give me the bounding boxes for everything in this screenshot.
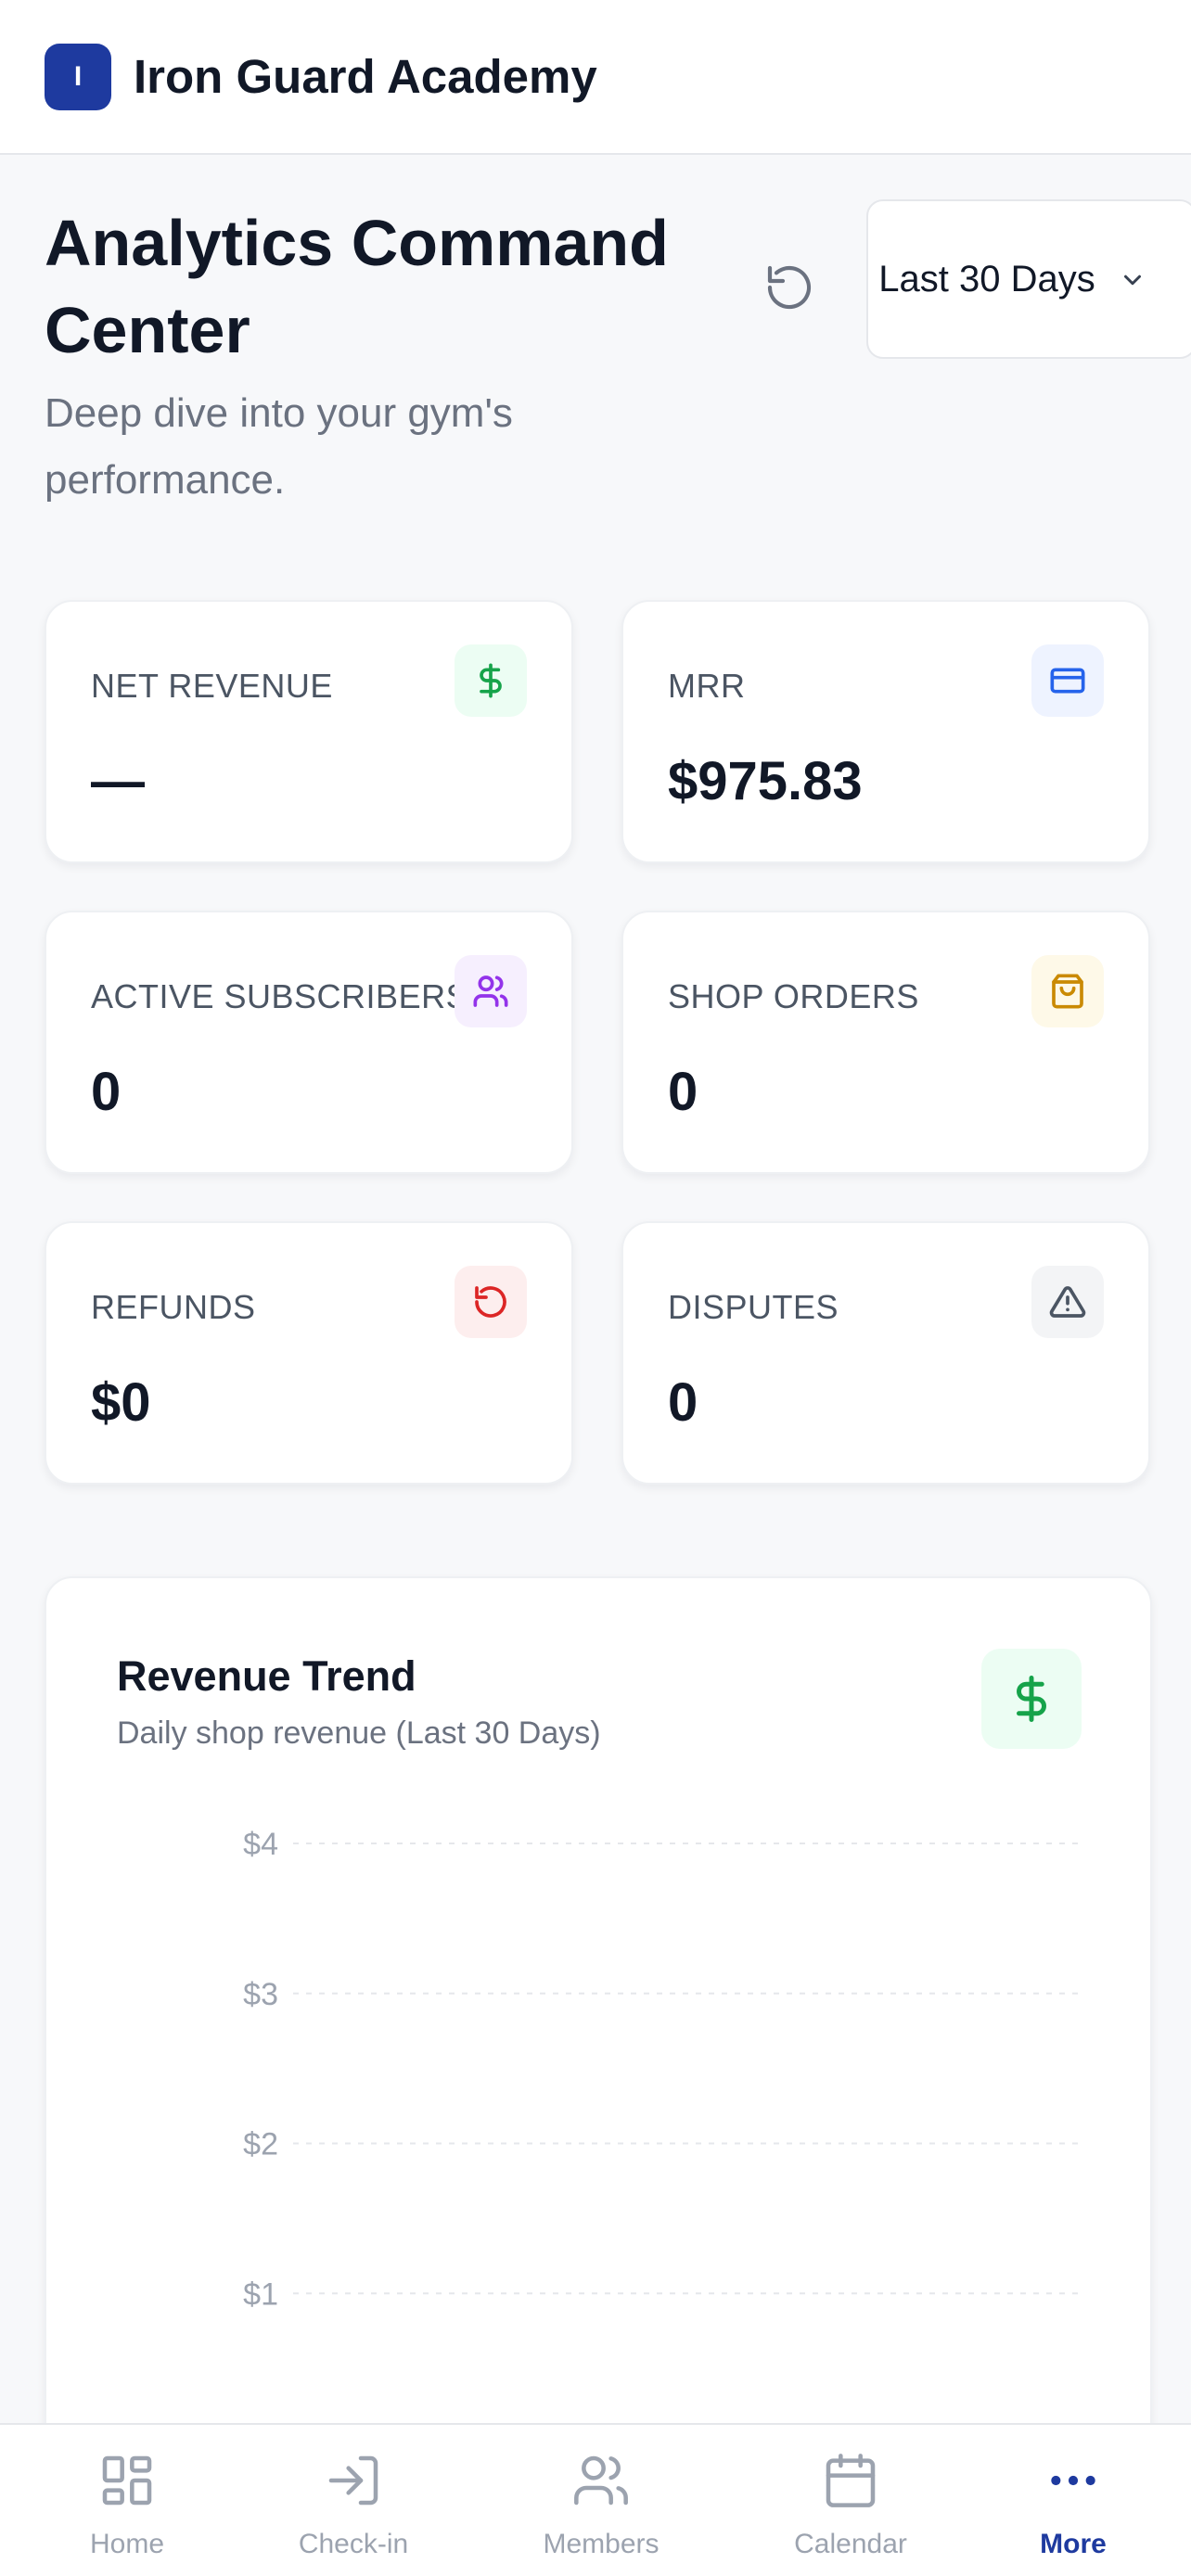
refresh-button[interactable] [748, 246, 831, 329]
more-horizontal-icon [1051, 2475, 1095, 2486]
page-subtitle: Deep dive into your gym's performance. [45, 390, 513, 503]
credit-card-icon [1031, 644, 1104, 717]
y-tick-label: $1 [243, 2276, 278, 2312]
users-icon [574, 2455, 628, 2506]
app-logo[interactable]: I [45, 43, 111, 110]
nav-more-label: More [1040, 2529, 1107, 2559]
nav-calendar[interactable]: Calendar [758, 2425, 943, 2576]
stat-label: MRR [668, 667, 746, 705]
app-title: Iron Guard Academy [134, 50, 597, 103]
nav-check-in-label: Check-in [298, 2529, 409, 2559]
app-logo-letter: I [73, 60, 83, 92]
bottom-nav: Home Check-in Members Calendar More [0, 2423, 1191, 2576]
chevron-down-icon [1124, 274, 1141, 286]
top-bar: I Iron Guard Academy [0, 0, 1191, 155]
stat-card-refunds: REFUNDS $0 [45, 1221, 573, 1485]
stat-value: $0 [91, 1372, 151, 1433]
stat-card-active-subscribers: ACTIVE SUBSCRIBERS 0 [45, 911, 573, 1174]
nav-members[interactable]: Members [508, 2425, 694, 2576]
stat-value: 0 [668, 1372, 698, 1433]
nav-calendar-label: Calendar [794, 2529, 907, 2559]
stat-value: 0 [91, 1062, 122, 1122]
dollar-icon [455, 644, 527, 717]
alert-triangle-icon [1031, 1266, 1104, 1338]
grid-icon [102, 2455, 152, 2506]
nav-home[interactable]: Home [34, 2425, 220, 2576]
users-icon [455, 955, 527, 1027]
stat-label: ACTIVE SUBSCRIBERS [91, 977, 469, 1015]
nav-home-label: Home [89, 2529, 165, 2559]
stat-card-shop-orders: SHOP ORDERS 0 [621, 911, 1150, 1174]
stat-value: $975.83 [668, 751, 863, 811]
nav-members-label: Members [543, 2529, 660, 2559]
stat-label: DISPUTES [668, 1288, 839, 1326]
stat-value: — [91, 751, 145, 811]
shopping-bag-icon [1031, 955, 1104, 1027]
page-header: Analytics Command Center Deep dive into … [45, 199, 1191, 505]
y-tick-label: $2 [243, 2127, 278, 2162]
calendar-icon [826, 2454, 876, 2507]
stat-label: SHOP ORDERS [668, 977, 919, 1015]
refresh-icon [767, 265, 812, 310]
rotate-ccw-icon [455, 1266, 527, 1338]
stat-label: NET REVENUE [91, 667, 333, 705]
date-range-select[interactable]: Last 30 Days [866, 199, 1191, 359]
stat-card-disputes: DISPUTES 0 [621, 1221, 1150, 1485]
y-tick-label: $3 [243, 1977, 278, 2012]
log-in-icon [328, 2455, 378, 2506]
nav-check-in[interactable]: Check-in [261, 2425, 446, 2576]
stat-value: 0 [668, 1062, 698, 1122]
stat-label: REFUNDS [91, 1288, 256, 1326]
stat-card-net-revenue: NET REVENUE — [45, 600, 573, 863]
y-tick-label: $4 [243, 1827, 278, 1862]
page-title: Analytics Command Center [45, 207, 669, 366]
nav-more[interactable]: More [980, 2425, 1166, 2576]
stat-card-mrr: MRR $975.83 [621, 600, 1150, 863]
date-range-label: Last 30 Days [878, 259, 1095, 300]
